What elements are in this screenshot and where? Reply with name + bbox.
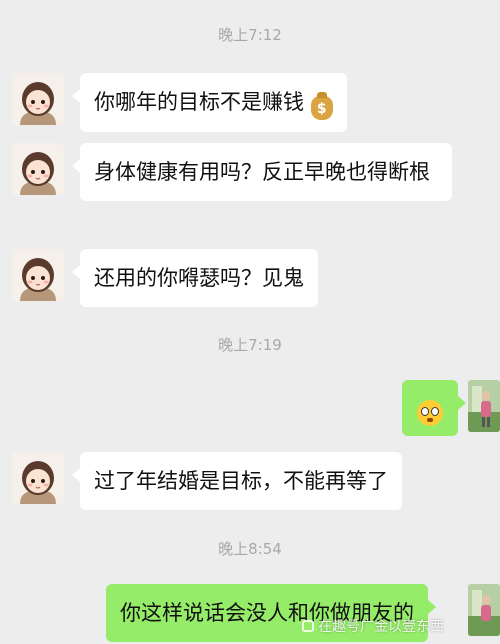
contact-avatar[interactable]	[12, 452, 64, 504]
message-bubble-incoming[interactable]: 你哪年的目标不是赚钱 $	[72, 73, 347, 132]
watermark: 在趣号广金以壹东西	[302, 616, 444, 636]
cartoon-girl-icon	[12, 143, 64, 195]
message-text: 过了年结婚是目标，不能再等了	[94, 469, 388, 493]
message-bubble-incoming[interactable]: 还用的你嘚瑟吗？见鬼	[72, 249, 318, 307]
watermark-logo-icon	[302, 620, 314, 632]
contact-avatar[interactable]	[12, 249, 64, 301]
money-bag-icon: $	[310, 92, 333, 120]
cartoon-girl-icon	[12, 249, 64, 301]
contact-avatar[interactable]	[12, 143, 64, 195]
user-photo-icon	[468, 584, 500, 636]
timestamp: 晚上8:54	[218, 540, 282, 558]
cartoon-girl-icon	[12, 73, 64, 125]
watermark-text: 在趣号广金以壹东西	[318, 619, 444, 635]
contact-avatar[interactable]	[12, 73, 64, 125]
user-avatar[interactable]	[468, 380, 500, 432]
user-avatar[interactable]	[468, 584, 500, 636]
timestamp: 晚上7:19	[218, 336, 282, 354]
cartoon-girl-icon	[12, 452, 64, 504]
flushed-face-icon	[417, 400, 443, 426]
timestamp: 晚上7:12	[218, 26, 282, 44]
user-photo-icon	[468, 380, 500, 432]
message-text: 身体健康有用吗？反正早晚也得断根	[94, 160, 430, 184]
message-text: 还用的你嘚瑟吗？见鬼	[94, 266, 304, 290]
message-text: 你哪年的目标不是赚钱	[94, 90, 304, 114]
message-bubble-incoming[interactable]: 过了年结婚是目标，不能再等了	[72, 452, 402, 510]
message-bubble-outgoing[interactable]	[402, 380, 466, 436]
message-bubble-incoming[interactable]: 身体健康有用吗？反正早晚也得断根	[72, 143, 452, 201]
